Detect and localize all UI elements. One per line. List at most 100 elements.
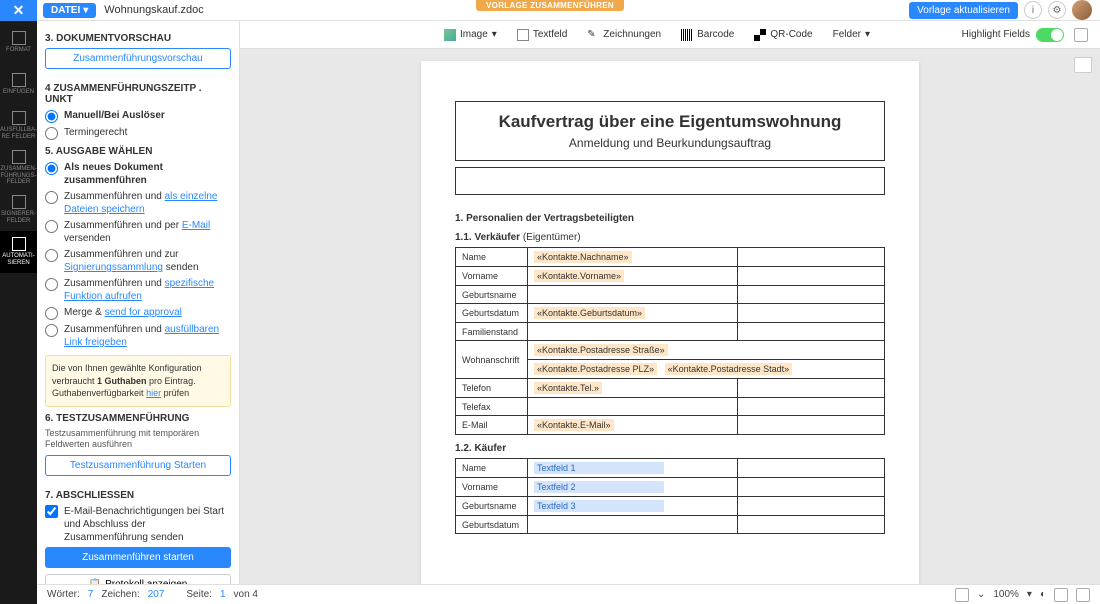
section-3-title: 3. DOKUMENTVORSCHAU bbox=[45, 33, 231, 44]
merge-field[interactable]: «Kontakte.Postadresse PLZ» bbox=[534, 363, 657, 375]
email-notify-checkbox[interactable]: E-Mail-Benachrichtigungen bei Start und … bbox=[45, 505, 231, 544]
table-row: Name«Kontakte.Nachname» bbox=[456, 248, 885, 267]
qrcode-icon bbox=[754, 29, 766, 41]
layout-icon-2[interactable] bbox=[1054, 588, 1068, 602]
file-pill[interactable]: DATEI▾ bbox=[43, 3, 96, 18]
output-option-4[interactable]: Zusammenführen und spezifische Funktion … bbox=[45, 277, 231, 303]
credit-link[interactable]: hier bbox=[146, 388, 161, 398]
page-current: 1 bbox=[220, 589, 226, 600]
document-canvas[interactable]: Kaufvertrag über eine Eigentumswohnung A… bbox=[240, 49, 1100, 584]
time-option-scheduled[interactable]: Termingerecht bbox=[45, 126, 231, 140]
text-field[interactable]: Textfeld 1 bbox=[534, 462, 664, 474]
gear-icon[interactable]: ⚙ bbox=[1048, 1, 1066, 19]
section-7-title: 7. ABSCHLIESSEN bbox=[45, 490, 231, 501]
info-icon[interactable]: i bbox=[1024, 1, 1042, 19]
tool-drawings[interactable]: ✎Zeichnungen bbox=[579, 26, 669, 44]
tool-barcode[interactable]: Barcode bbox=[673, 26, 742, 44]
text-field[interactable]: Textfeld 2 bbox=[534, 481, 664, 493]
output-option-5[interactable]: Merge & send for approval bbox=[45, 306, 231, 320]
words-count: 7 bbox=[88, 589, 94, 600]
section-4-title: 4 ZUSAMMENFÜHRUNGSZEITP . UNKT bbox=[45, 83, 231, 105]
update-template-button[interactable]: Vorlage aktualisieren bbox=[909, 2, 1018, 19]
chevron-down-icon[interactable]: ⌄ bbox=[977, 589, 985, 600]
moon-icon[interactable]: ◐ bbox=[1040, 589, 1046, 600]
merge-field[interactable]: «Kontakte.Vorname» bbox=[534, 270, 624, 282]
start-merge-button[interactable]: Zusammenführen starten bbox=[45, 547, 231, 568]
chevron-down-icon: ▾ bbox=[865, 29, 870, 40]
table-row: Vorname«Kontakte.Vorname» bbox=[456, 267, 885, 286]
automation-sidebar: 3. DOKUMENTVORSCHAU Zusammenführungsvors… bbox=[37, 21, 240, 604]
output-option-3[interactable]: Zusammenführen und zur Signierungssammlu… bbox=[45, 248, 231, 274]
seller-table: Name«Kontakte.Nachname»Vorname«Kontakte.… bbox=[455, 247, 885, 435]
merge-field[interactable]: «Kontakte.Geburtsdatum» bbox=[534, 307, 645, 319]
zoom-level[interactable]: 100% bbox=[993, 589, 1019, 600]
table-row: Telefon«Kontakte.Tel.» bbox=[456, 379, 885, 398]
status-bar: Wörter: 7 Zeichen: 207 Seite: 1 von 4 ⌄ … bbox=[37, 584, 1100, 604]
file-pill-label: DATEI bbox=[51, 5, 80, 16]
heading-1-1: 1.1. Verkäufer (Eigentümer) bbox=[455, 232, 885, 243]
table-row: Geburtsname bbox=[456, 286, 885, 304]
words-label: Wörter: bbox=[47, 589, 80, 600]
rail-insert[interactable]: EINFÜGEN bbox=[0, 63, 37, 105]
output-option-2[interactable]: Zusammenführen und per E-Mail versenden bbox=[45, 219, 231, 245]
rail-format[interactable]: FORMAT bbox=[0, 21, 37, 63]
output-option-0[interactable]: Als neues Dokument zusammenführen bbox=[45, 161, 231, 187]
layout-icon[interactable] bbox=[1074, 28, 1088, 42]
comment-icon[interactable] bbox=[1076, 588, 1090, 602]
heading-1: 1. Personalien der Vertragsbeteiligten bbox=[455, 213, 885, 224]
table-row: E-Mail«Kontakte.E-Mail» bbox=[456, 416, 885, 435]
left-rail: FORMAT EINFÜGEN AUSFÜLLBA-RE FELDER ZUSA… bbox=[0, 21, 37, 604]
merge-field[interactable]: «Kontakte.Nachname» bbox=[534, 251, 632, 263]
buyer-table: NameTextfeld 1VornameTextfeld 2Geburtsna… bbox=[455, 458, 885, 534]
rail-merge-fields[interactable]: ZUSAMMEN-FÜHRUNGS-FELDER bbox=[0, 147, 37, 189]
text-field[interactable]: Textfeld 3 bbox=[534, 500, 664, 512]
close-icon[interactable]: ✕ bbox=[0, 0, 37, 21]
output-option-6[interactable]: Zusammenführen und ausfüllbaren Link fre… bbox=[45, 323, 231, 349]
toggle-switch[interactable] bbox=[1036, 28, 1064, 42]
merge-field[interactable]: «Kontakte.Tel.» bbox=[534, 382, 602, 394]
section-6-title: 6. TESTZUSAMMENFÜHRUNG bbox=[45, 413, 231, 424]
table-row: VornameTextfeld 2 bbox=[456, 478, 885, 497]
insert-toolbar: Image▾ Textfeld ✎Zeichnungen Barcode QR-… bbox=[240, 21, 1100, 49]
rail-sign-fields[interactable]: SIGNIERER-FELDER bbox=[0, 189, 37, 231]
filename: Wohnungskauf.zdoc bbox=[104, 4, 203, 16]
avatar[interactable] bbox=[1072, 0, 1092, 20]
table-row: Familienstand bbox=[456, 323, 885, 341]
rail-automate[interactable]: AUTOMATI-SIEREN bbox=[0, 231, 37, 273]
merge-field[interactable]: «Kontakte.Postadresse Straße» bbox=[534, 344, 668, 356]
test-merge-button[interactable]: Testzusammenführung Starten bbox=[45, 455, 231, 476]
page-label: Seite: bbox=[186, 589, 212, 600]
table-row: Telefax bbox=[456, 398, 885, 416]
page-display-icon[interactable] bbox=[1074, 57, 1092, 73]
merge-field[interactable]: «Kontakte.E-Mail» bbox=[534, 419, 614, 431]
highlight-label: Highlight Fields bbox=[962, 29, 1030, 40]
chars-label: Zeichen: bbox=[101, 589, 139, 600]
rail-fillable-fields[interactable]: AUSFÜLLBA-RE FELDER bbox=[0, 105, 37, 147]
table-row: NameTextfeld 1 bbox=[456, 459, 885, 478]
tool-fields[interactable]: Felder▾ bbox=[825, 26, 878, 43]
tool-textfield[interactable]: Textfeld bbox=[509, 26, 575, 44]
section-5-title: 5. AUSGABE WÄHLEN bbox=[45, 146, 231, 157]
textfield-icon bbox=[517, 29, 529, 41]
empty-box bbox=[455, 167, 885, 195]
pencil-icon: ✎ bbox=[587, 29, 599, 41]
merge-preview-button[interactable]: Zusammenführungsvorschau bbox=[45, 48, 231, 69]
merge-field[interactable]: «Kontakte.Postadresse Stadt» bbox=[665, 363, 793, 375]
section-6-subtext: Testzusammenführung mit temporären Feldw… bbox=[45, 428, 231, 451]
chars-count: 207 bbox=[148, 589, 165, 600]
page-of: von 4 bbox=[234, 589, 258, 600]
overflow-icon[interactable] bbox=[955, 588, 969, 602]
tool-image[interactable]: Image▾ bbox=[436, 26, 505, 44]
highlight-fields-toggle[interactable]: Highlight Fields bbox=[962, 28, 1064, 42]
document-page: Kaufvertrag über eine Eigentumswohnung A… bbox=[421, 61, 919, 584]
chevron-down-icon[interactable]: ▾ bbox=[1027, 589, 1032, 600]
tool-qrcode[interactable]: QR-Code bbox=[746, 26, 820, 44]
output-option-1[interactable]: Zusammenführen und als einzelne Dateien … bbox=[45, 190, 231, 216]
merge-template-badge: VORLAGE ZUSAMMENFÜHREN bbox=[476, 0, 624, 11]
heading-1-2: 1.2. Käufer bbox=[455, 443, 885, 454]
doc-subtitle: Anmeldung und Beurkundungsauftrag bbox=[466, 136, 874, 150]
time-option-manual[interactable]: Manuell/Bei Auslöser bbox=[45, 109, 231, 123]
table-row: Geburtsdatum«Kontakte.Geburtsdatum» bbox=[456, 304, 885, 323]
barcode-icon bbox=[681, 29, 693, 41]
credit-info-box: Die von Ihnen gewählte Konfiguration ver… bbox=[45, 355, 231, 407]
